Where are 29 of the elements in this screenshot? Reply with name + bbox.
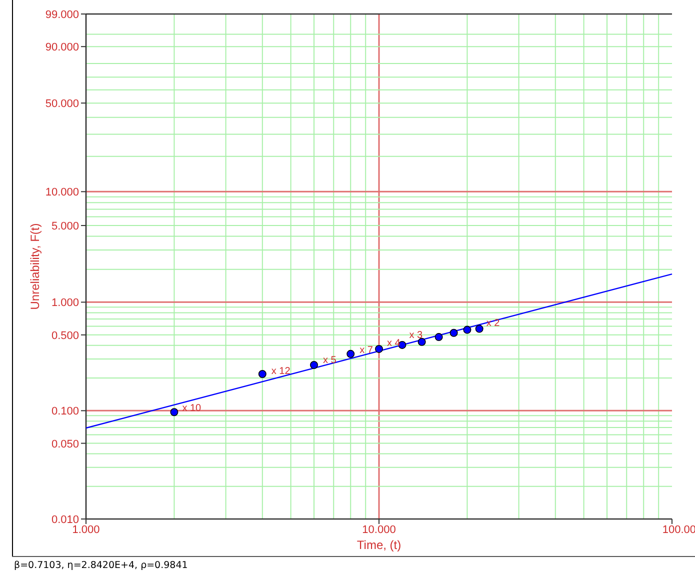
- data-point: [418, 338, 426, 346]
- axis-title: Unreliability, F(t): [28, 223, 42, 310]
- axis-tick-label: 0.050: [51, 438, 79, 450]
- axis-tick-label: 0.500: [51, 330, 79, 342]
- axis-tick-label: 90.000: [45, 42, 79, 54]
- data-point: [450, 328, 458, 337]
- point-label: x 7: [360, 344, 373, 356]
- data-point: [434, 333, 443, 342]
- data-point: [375, 344, 383, 353]
- data-point: [398, 340, 406, 349]
- axis-title: Time, (t): [356, 538, 402, 552]
- axis-tick-label: 1.000: [72, 524, 100, 536]
- axis-tick-label: 99.000: [45, 9, 79, 21]
- data-point: [170, 408, 178, 416]
- point-label: x 12: [271, 366, 290, 377]
- data-point: [310, 361, 318, 369]
- axis-tick-label: 1.000: [51, 297, 79, 310]
- axis-tick-label: 50.000: [45, 98, 79, 110]
- axis-tick-label: 0.010: [51, 514, 79, 526]
- data-point: [258, 370, 266, 378]
- axis-tick-label: 10.000: [362, 524, 396, 536]
- data-point: [463, 326, 472, 334]
- data-point: [475, 324, 484, 333]
- axis-tick-label: 5.000: [51, 220, 79, 233]
- point-label: x 3: [409, 330, 423, 341]
- data-point: [346, 350, 355, 358]
- status-text: β=0.7103, η=2.8420E+4, ρ=0.9841: [13, 560, 188, 571]
- axis-tick-label: 0.100: [51, 406, 79, 418]
- axis-tick-label: 10.000: [45, 186, 79, 199]
